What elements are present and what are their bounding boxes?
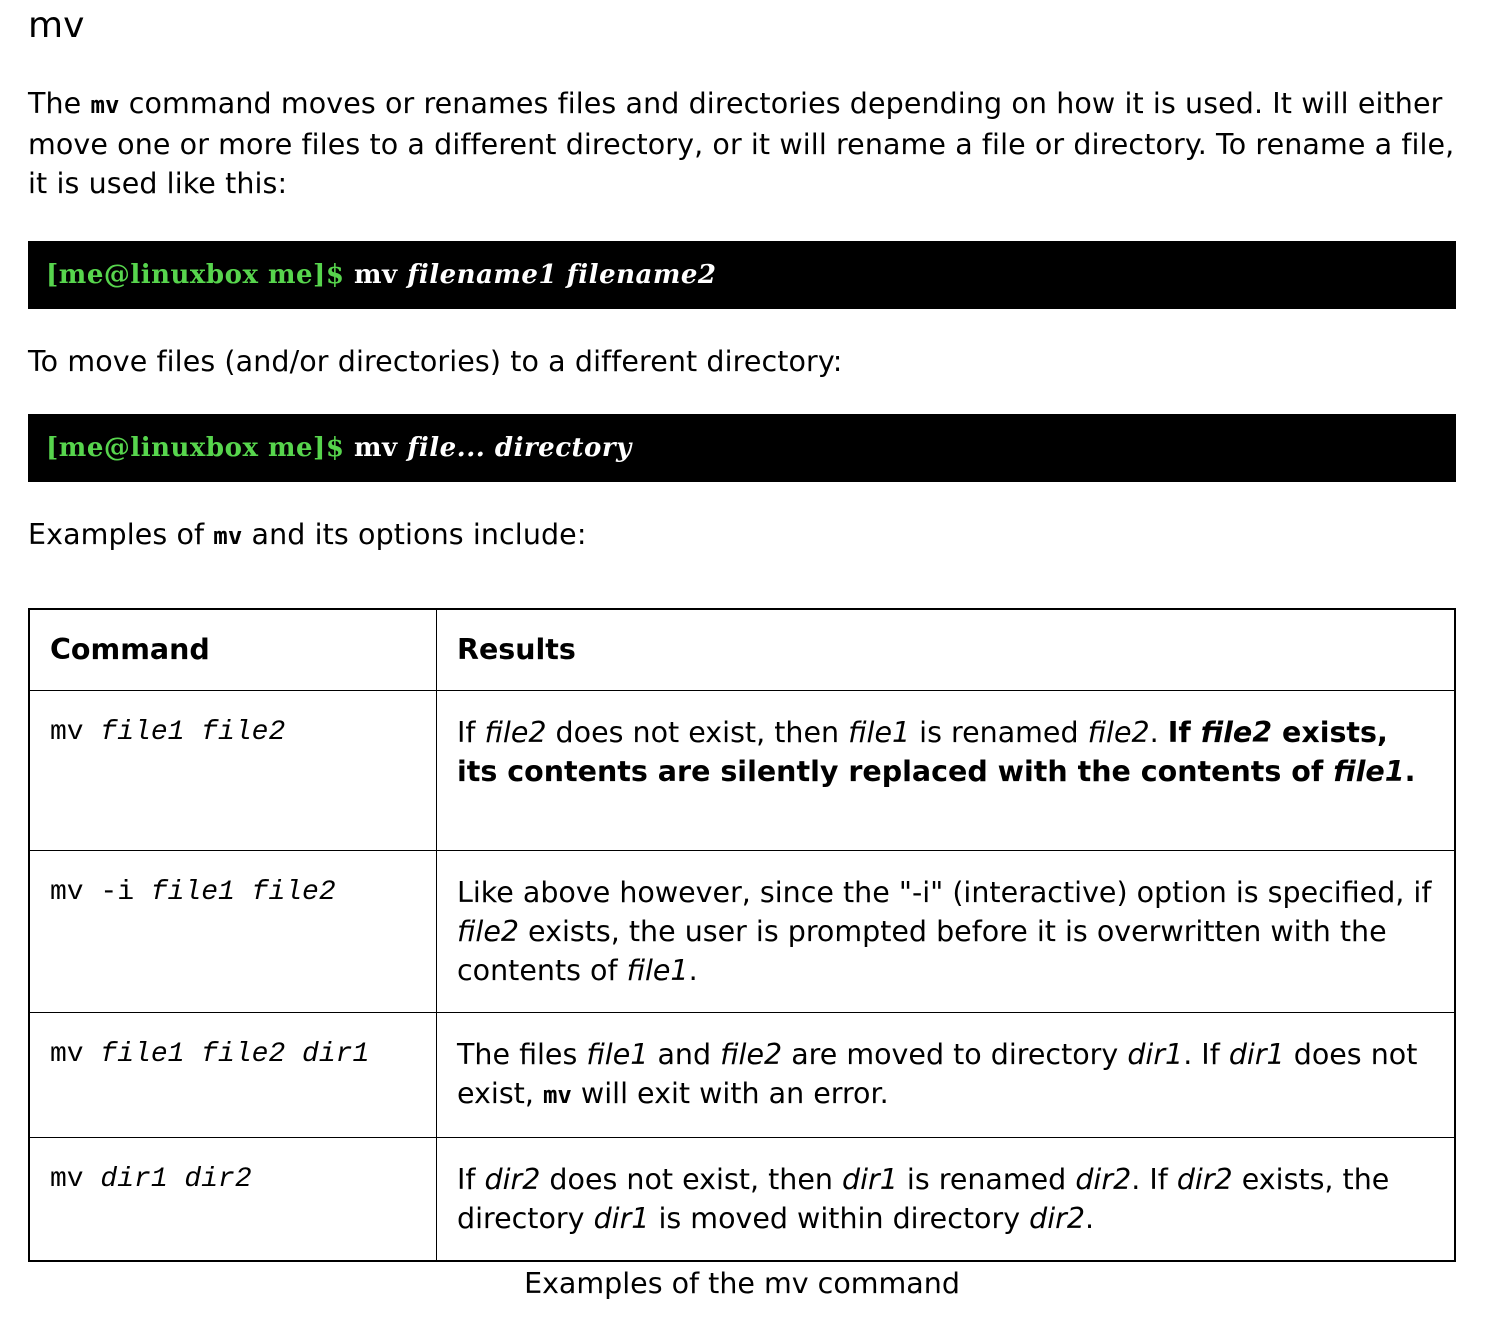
terminal-arg: directory [494, 433, 632, 463]
shell-prompt: [me@linuxbox me]$ [46, 433, 345, 463]
terminal-arg: filename1 [407, 260, 558, 290]
result-cell: If dir2 does not exist, then dir1 is ren… [436, 1137, 1456, 1262]
terminal-example-rename: [me@linuxbox me]$ mv filename1 filename2 [28, 241, 1456, 309]
table-row: mv file1 file2 If file2 does not exist, … [28, 690, 1456, 851]
mv-examples-table: Command Results mv file1 file2 If file2 … [28, 608, 1456, 1262]
examples-paragraph: Examples of mv and its options include: [28, 518, 587, 551]
move-paragraph: To move files (and/or directories) to a … [28, 345, 843, 378]
command-cell: mv file1 file2 dir1 [28, 1012, 437, 1138]
terminal-arg: file... [407, 433, 486, 463]
terminal-arg: filename2 [566, 260, 717, 290]
command-cell: mv dir1 dir2 [28, 1137, 437, 1262]
terminal-command: mv [354, 433, 398, 463]
inline-code: mv [542, 1081, 572, 1109]
command-cell: mv file1 file2 [28, 690, 437, 851]
page-title: mv [28, 5, 85, 46]
table-row: mv file1 file2 dir1 The files file1 and … [28, 1012, 1456, 1138]
terminal-example-move: [me@linuxbox me]$ mv file... directory [28, 414, 1456, 482]
page: mv The mv command moves or renames files… [28, 0, 1456, 1304]
inline-code: mv [213, 522, 243, 550]
terminal-command: mv [354, 260, 398, 290]
table-caption: Examples of the mv command [524, 1267, 960, 1300]
column-header-results: Results [436, 608, 1456, 691]
result-cell: If file2 does not exist, then file1 is r… [436, 690, 1456, 851]
inline-code: mv [90, 91, 120, 119]
column-header-command: Command [28, 608, 437, 691]
result-cell: Like above however, since the "-i" (inte… [436, 850, 1456, 1013]
command-cell: mv -i file1 file2 [28, 850, 437, 1013]
table-header-row: Command Results [28, 608, 1456, 691]
table-row: mv dir1 dir2 If dir2 does not exist, the… [28, 1137, 1456, 1262]
result-cell: The files file1 and file2 are moved to d… [436, 1012, 1456, 1138]
table-row: mv -i file1 file2 Like above however, si… [28, 850, 1456, 1013]
shell-prompt: [me@linuxbox me]$ [46, 260, 345, 290]
intro-paragraph: The mv command moves or renames files an… [28, 87, 1455, 200]
